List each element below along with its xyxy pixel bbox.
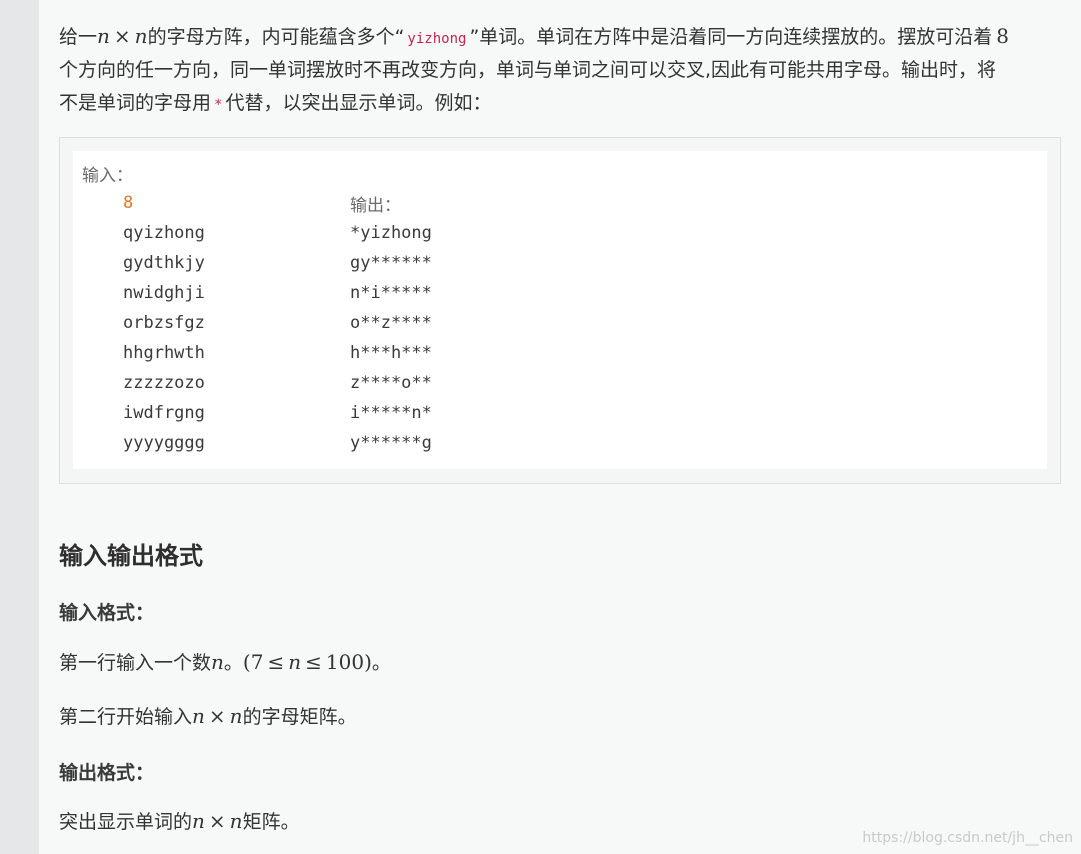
input-format-line-2: 第二行开始输入n × n的字母矩阵。 xyxy=(59,704,357,728)
intro-line-1: 给一n × n的字母方阵，内可能蕴含多个“ yizhong ”单词。单词在方阵中是沿着同… xyxy=(59,20,1064,56)
input-row: nwidghji xyxy=(123,283,205,303)
output-row: i*****n* xyxy=(350,403,432,423)
input-row: hhgrhwth xyxy=(123,343,205,363)
output-row: o**z**** xyxy=(350,313,432,333)
output-label: 输出： xyxy=(350,196,401,216)
inline-code-star: * xyxy=(214,97,223,113)
output-row: n*i***** xyxy=(350,283,432,303)
section-heading: 输入输出格式 xyxy=(59,542,203,570)
output-row: y******g xyxy=(350,433,432,453)
math-n-times-n: n × n xyxy=(192,809,243,833)
intro-text: ”单词。单词在方阵中是沿着同一方向连续摆放的。摆放可沿着 xyxy=(469,26,993,48)
input-format-line-1: 第一行输入一个数n。(7 ≤ n ≤100)。 xyxy=(59,650,391,674)
example-code-block: 输入： 输出： 8 qyizhong gydthkjy nwidghji orb… xyxy=(59,137,1061,484)
input-format-title: 输入格式： xyxy=(59,602,155,624)
output-format-title: 输出格式： xyxy=(59,762,155,784)
output-row: h***h*** xyxy=(350,343,432,363)
intro-line-2: 个方向的任一方向，同一单词摆放时不再改变方向，单词与单词之间可以交叉,因此有可能… xyxy=(59,59,997,81)
intro-text: 给一 xyxy=(59,26,98,48)
input-row: orbzsfgz xyxy=(123,313,205,333)
intro-text: 的字母方阵，内可能蕴含多个“ xyxy=(147,26,405,48)
watermark: https://blog.csdn.net/jh__chen xyxy=(862,830,1073,846)
input-row: iwdfrgng xyxy=(123,403,205,423)
input-label: 输入： xyxy=(82,166,133,186)
math-n-times-n: n × n xyxy=(97,24,148,48)
output-row: z****o** xyxy=(350,373,432,393)
input-row: zzzzzozo xyxy=(123,373,205,393)
output-row: *yizhong xyxy=(350,223,432,243)
intro-line-3: 不是单词的字母用 * 代替，以突出显示单词。例如： xyxy=(59,92,492,114)
input-row: gydthkjy xyxy=(123,253,205,273)
code-content: 输入： 输出： 8 qyizhong gydthkjy nwidghji orb… xyxy=(73,151,1047,469)
input-row: qyizhong xyxy=(123,223,205,243)
math-n-times-n: n × n xyxy=(192,704,243,728)
math-range: (7 ≤ n ≤100) xyxy=(242,650,372,674)
left-rail xyxy=(0,0,39,854)
input-row: yyyygggg xyxy=(123,433,205,453)
n-value: 8 xyxy=(123,193,134,213)
math-eight: 8 xyxy=(996,24,1010,48)
inline-code-yizhong: yizhong xyxy=(407,31,467,47)
output-row: gy****** xyxy=(350,253,432,273)
